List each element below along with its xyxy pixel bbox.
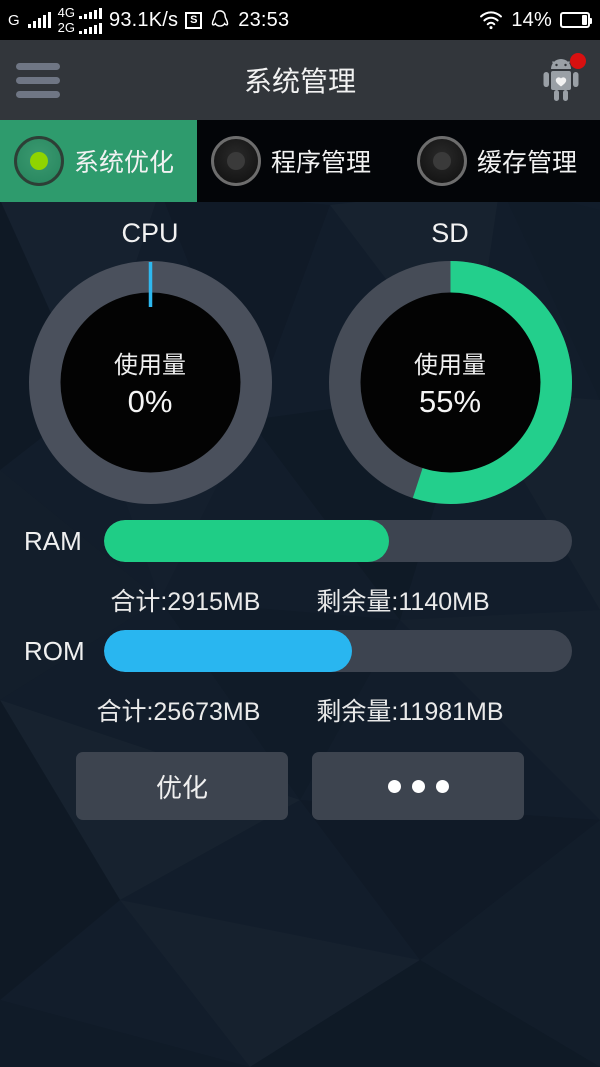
memory-section: RAM 合计:2915MB 剩余量:1140MB ROM 合计:25673MB …	[0, 504, 600, 738]
network-4g-label: 4G	[57, 5, 76, 20]
progress-track-rom	[104, 630, 572, 672]
page-title: 系统管理	[243, 66, 356, 97]
tab-app-manager[interactable]: 程序管理	[197, 120, 403, 202]
network-speed-label: 93.1K/s	[109, 8, 179, 31]
memory-stats-rom: 合计:25673MB 剩余量:11981MB	[0, 674, 600, 738]
status-bar-right: 14%	[479, 8, 592, 32]
carrier-g-label: G	[8, 11, 20, 29]
status-bar-left: G 4G 2G 93.1K/s S 23:53	[8, 6, 289, 34]
status-bar: G 4G 2G 93.1K/s S 23:53 14%	[0, 0, 600, 40]
tab-label-cache-manager: 缓存管理	[477, 149, 578, 177]
memory-row-ram: RAM	[0, 518, 600, 564]
gauge-ring-cpu-svg	[28, 261, 272, 504]
usage-gauges: CPU 使用量 0% SD 使用量 55%	[0, 202, 600, 504]
gauge-cpu: CPU 使用量 0%	[10, 218, 290, 504]
memory-free-rom: 剩余量:11981MB	[316, 698, 504, 726]
optimize-button[interactable]: 优化	[76, 752, 288, 820]
action-buttons: 优化	[0, 738, 600, 820]
clock-label: 23:53	[238, 8, 290, 31]
android-robot-icon[interactable]	[538, 53, 586, 105]
screenshot-s-icon: S	[185, 11, 203, 29]
qq-penguin-icon	[211, 10, 229, 27]
progress-fill-ram	[104, 520, 390, 562]
more-dots-icon	[387, 779, 449, 793]
memory-free-ram: 剩余量:1140MB	[316, 588, 490, 616]
battery-icon	[560, 12, 592, 28]
battery-percent-label: 14%	[511, 8, 552, 31]
system-manager-screen: G 4G 2G 93.1K/s S 23:53 14% 系统管理 系统优化 程序…	[0, 0, 600, 1067]
gauge-ring-sd-svg	[328, 261, 572, 504]
optimize-button-label: 优化	[155, 772, 208, 803]
memory-total-rom: 合计:25673MB	[96, 698, 261, 726]
radio-icon-unselected	[417, 136, 468, 186]
memory-label-ram: RAM	[24, 525, 82, 556]
tab-label-system-optimize: 系统优化	[74, 149, 175, 177]
radio-icon-selected	[14, 136, 64, 186]
memory-label-rom: ROM	[24, 635, 85, 666]
dual-sim-signal-group: 4G 2G	[57, 5, 103, 35]
hamburger-menu-icon[interactable]	[16, 62, 60, 98]
tab-bar: 系统优化 程序管理 缓存管理	[0, 120, 600, 202]
gauge-title-sd: SD	[431, 218, 469, 248]
gauge-ring-sd: 使用量 55%	[328, 261, 572, 504]
tab-cache-manager[interactable]: 缓存管理	[403, 120, 600, 202]
tab-system-optimize[interactable]: 系统优化	[0, 120, 197, 202]
more-options-button[interactable]	[312, 752, 524, 820]
signal-strength-icon-2g	[79, 23, 103, 34]
network-2g-label: 2G	[57, 20, 76, 35]
gauge-ring-cpu: 使用量 0%	[28, 261, 272, 504]
signal-strength-icon-1	[27, 11, 51, 28]
wifi-icon	[480, 11, 503, 30]
gauge-sd: SD 使用量 55%	[310, 218, 590, 504]
app-title-bar: 系统管理	[0, 40, 600, 120]
progress-fill-rom	[104, 630, 353, 672]
radio-icon-unselected	[210, 136, 261, 186]
signal-strength-icon-4g	[79, 8, 103, 19]
memory-row-rom: ROM	[0, 628, 600, 674]
tab-label-app-manager: 程序管理	[270, 149, 371, 177]
progress-track-ram	[104, 520, 572, 562]
notification-badge-dot	[570, 53, 586, 69]
memory-stats-ram: 合计:2915MB 剩余量:1140MB	[0, 564, 600, 628]
memory-total-ram: 合计:2915MB	[110, 588, 261, 616]
gauge-title-cpu: CPU	[121, 218, 179, 248]
